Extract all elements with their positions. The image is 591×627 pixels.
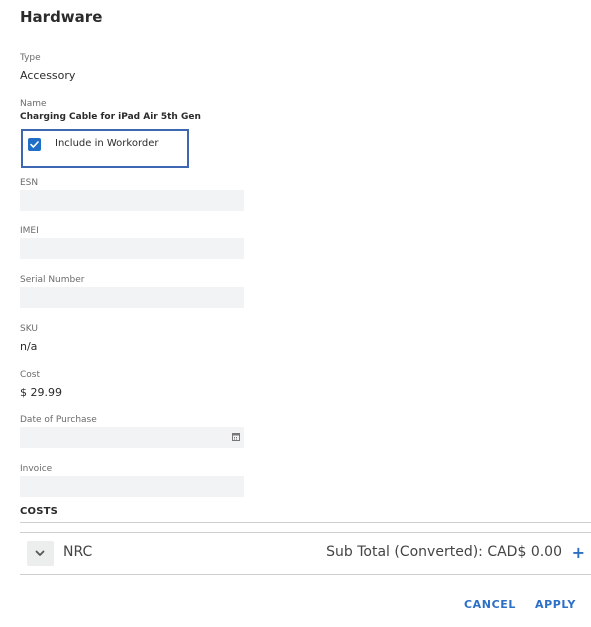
cost-label: Cost: [20, 370, 41, 380]
expand-nrc-button[interactable]: [27, 541, 54, 566]
esn-input[interactable]: [20, 190, 244, 211]
include-workorder-checkbox[interactable]: [28, 138, 41, 151]
invoice-input[interactable]: [20, 476, 244, 497]
chevron-down-icon: [35, 550, 45, 556]
nrc-subtotal: Sub Total (Converted): CAD$ 0.00: [326, 544, 562, 560]
nrc-cost-row: NRC Sub Total (Converted): CAD$ 0.00 +: [20, 532, 591, 575]
page-title: Hardware: [20, 8, 103, 26]
imei-label: IMEI: [20, 226, 39, 236]
invoice-label: Invoice: [20, 464, 53, 474]
costs-divider: [20, 522, 591, 523]
calendar-icon[interactable]: [232, 432, 240, 441]
include-workorder-checkbox-group[interactable]: Include in Workorder: [21, 129, 189, 168]
date-of-purchase-label: Date of Purchase: [20, 415, 97, 425]
serial-number-label: Serial Number: [20, 275, 85, 285]
date-of-purchase-input[interactable]: [20, 427, 244, 448]
plus-icon: +: [571, 543, 585, 562]
sku-label: SKU: [20, 324, 38, 334]
type-value: Accessory: [20, 69, 76, 82]
name-value: Charging Cable for iPad Air 5th Gen: [20, 112, 201, 122]
type-label: Type: [20, 53, 41, 63]
checkmark-icon: [30, 141, 39, 148]
imei-input[interactable]: [20, 238, 244, 259]
nrc-label: NRC: [63, 544, 93, 560]
cancel-button[interactable]: CANCEL: [464, 598, 516, 611]
sku-value: n/a: [20, 340, 38, 353]
esn-label: ESN: [20, 178, 39, 188]
costs-heading: COSTS: [20, 506, 59, 517]
add-cost-button[interactable]: +: [572, 543, 585, 562]
serial-number-input[interactable]: [20, 287, 244, 308]
cost-value: $ 29.99: [20, 386, 62, 399]
apply-button[interactable]: APPLY: [535, 598, 576, 611]
include-workorder-label: Include in Workorder: [55, 138, 159, 149]
name-label: Name: [20, 99, 47, 109]
